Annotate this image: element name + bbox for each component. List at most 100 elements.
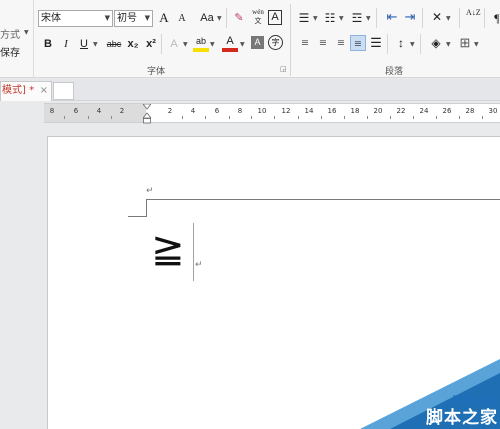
divider bbox=[484, 8, 485, 28]
divider bbox=[422, 8, 423, 28]
text-cursor bbox=[193, 223, 194, 281]
ruler-minor-tick bbox=[459, 116, 460, 119]
borders-icon[interactable]: ⊞ bbox=[457, 35, 473, 51]
font-color-button[interactable]: A bbox=[222, 35, 238, 52]
increase-indent-icon[interactable]: ⇥ bbox=[402, 9, 418, 25]
divider bbox=[420, 34, 421, 54]
subscript-button[interactable]: x₂ bbox=[125, 36, 141, 52]
chevron-down-icon[interactable]: ▼ bbox=[183, 41, 188, 49]
chevron-down-icon[interactable]: ▼ bbox=[366, 15, 371, 23]
chevron-down-icon[interactable]: ▼ bbox=[105, 11, 110, 26]
document-tab-bar: 模式] * × bbox=[0, 79, 500, 101]
ruler-tick-label: 30 bbox=[488, 107, 498, 115]
phonetic-guide-button[interactable]: wén 文 bbox=[250, 8, 266, 25]
decrease-indent-icon[interactable]: ⇤ bbox=[384, 9, 400, 25]
chevron-down-icon[interactable]: ▼ bbox=[93, 41, 98, 49]
chevron-down-icon[interactable]: ▼ bbox=[145, 11, 150, 26]
ruler-minor-tick bbox=[274, 116, 275, 119]
shading-icon[interactable]: ◈ bbox=[428, 35, 444, 51]
chinese-layout-icon[interactable]: ✕ bbox=[429, 9, 445, 25]
ruler-minor-tick bbox=[88, 116, 89, 119]
ruler-tick-label: 26 bbox=[442, 107, 452, 115]
text-effect-button[interactable]: A bbox=[166, 36, 182, 52]
chevron-down-icon[interactable]: ▼ bbox=[474, 41, 479, 49]
font-size-value: 初号 bbox=[117, 13, 137, 24]
font-size-combo[interactable]: 初号 ▼ bbox=[114, 10, 153, 27]
bullets-icon[interactable]: ☰ bbox=[296, 10, 312, 26]
horizontal-ruler[interactable]: 8 6 4 2 2 4 6 8 10 12 14 16 18 20 22 24 26 28 30 bbox=[44, 103, 500, 124]
superscript-button[interactable]: x² bbox=[143, 36, 159, 52]
ruler-minor-tick bbox=[111, 116, 112, 119]
strikethrough-button[interactable]: abc bbox=[103, 36, 125, 52]
justify-icon[interactable]: ≡ bbox=[350, 35, 366, 51]
document-tab[interactable]: 模式] * × bbox=[0, 81, 52, 101]
close-icon[interactable]: × bbox=[40, 82, 48, 100]
enclose-char-button[interactable]: 字 bbox=[268, 35, 283, 50]
ruler-minor-tick bbox=[64, 116, 65, 119]
multilevel-list-icon[interactable]: ☲ bbox=[349, 10, 365, 26]
divider bbox=[459, 8, 460, 28]
italic-button[interactable]: I bbox=[58, 36, 74, 52]
underline-button[interactable]: U bbox=[76, 36, 92, 52]
format-painter-label[interactable]: 方式 bbox=[0, 26, 20, 41]
clipboard-group-partial: 方式 ▼ 保存 bbox=[0, 0, 34, 78]
chevron-down-icon[interactable]: ▼ bbox=[313, 15, 318, 23]
ruler-minor-tick bbox=[229, 116, 230, 119]
paragraph-mark: ↵ bbox=[146, 186, 154, 196]
highlight-button[interactable]: ab bbox=[193, 35, 209, 52]
chevron-down-icon[interactable]: ▼ bbox=[410, 41, 415, 49]
chevron-down-icon[interactable]: ▼ bbox=[446, 15, 451, 23]
font-dialog-launcher-icon[interactable]: ◲ bbox=[280, 65, 287, 73]
font-group-label: 字体 bbox=[147, 67, 166, 77]
distributed-icon[interactable]: ☰ bbox=[368, 35, 384, 51]
bold-button[interactable]: B bbox=[40, 36, 56, 52]
ruler-tick-label: 16 bbox=[327, 107, 337, 115]
align-left-icon[interactable]: ≡ bbox=[297, 35, 313, 51]
ruler-tick-label: 10 bbox=[257, 107, 267, 115]
ruler-tick-label: 14 bbox=[304, 107, 314, 115]
indent-marker-icon[interactable] bbox=[143, 104, 151, 124]
chevron-down-icon[interactable]: ▼ bbox=[240, 41, 245, 49]
grow-font-button[interactable]: A bbox=[156, 10, 172, 26]
ribbon: 方式 ▼ 保存 宋体 ▼ 初号 ▼ A A Aa ▼ ✎ wén 文 A B I… bbox=[0, 0, 500, 78]
ruler-tick-label: 20 bbox=[373, 107, 383, 115]
ruler-minor-tick bbox=[344, 116, 345, 119]
align-right-icon[interactable]: ≡ bbox=[333, 35, 349, 51]
numbering-icon[interactable]: ☷ bbox=[322, 10, 338, 26]
char-shading-button[interactable]: A bbox=[251, 36, 264, 49]
document-symbol-text[interactable]: ≧ bbox=[151, 225, 185, 273]
chevron-down-icon[interactable]: ▼ bbox=[210, 41, 215, 49]
show-marks-icon[interactable]: ¶ bbox=[489, 10, 500, 26]
ruler-tick-label: 6 bbox=[73, 107, 79, 115]
divider bbox=[376, 8, 377, 28]
align-center-icon[interactable]: ≡ bbox=[315, 35, 331, 51]
font-name-combo[interactable]: 宋体 ▼ bbox=[38, 10, 113, 27]
document-tab-label: 模式] * bbox=[2, 85, 35, 96]
crop-mark-horizontal bbox=[146, 199, 500, 200]
ruler-minor-tick bbox=[413, 116, 414, 119]
chevron-down-icon[interactable]: ▼ bbox=[217, 15, 222, 23]
chevron-down-icon[interactable]: ▼ bbox=[446, 41, 451, 49]
shrink-font-button[interactable]: A bbox=[174, 11, 190, 27]
ruler-minor-tick bbox=[182, 116, 183, 119]
ruler-tick-label: 12 bbox=[281, 107, 291, 115]
ruler-minor-tick bbox=[298, 116, 299, 119]
divider bbox=[226, 8, 227, 28]
ruler-tick-label: 4 bbox=[190, 107, 196, 115]
char-border-button[interactable]: A bbox=[268, 10, 282, 25]
ruler-tick-label: 8 bbox=[237, 107, 243, 115]
paragraph-mark: ↵ bbox=[195, 260, 203, 270]
sort-button[interactable]: A↓Z bbox=[466, 9, 481, 25]
ruler-minor-tick bbox=[205, 116, 206, 119]
crop-mark-left bbox=[128, 216, 147, 217]
change-case-button[interactable]: Aa bbox=[197, 10, 217, 26]
ruler-minor-tick bbox=[321, 116, 322, 119]
line-spacing-icon[interactable]: ↕ bbox=[393, 35, 409, 51]
new-tab-button[interactable] bbox=[53, 82, 74, 100]
ruler-tick-label: 28 bbox=[465, 107, 475, 115]
chevron-down-icon[interactable]: ▼ bbox=[339, 15, 344, 23]
divider bbox=[387, 34, 388, 54]
ruler-minor-tick bbox=[436, 116, 437, 119]
save-label[interactable]: 保存 bbox=[0, 44, 20, 59]
clear-format-icon[interactable]: ✎ bbox=[231, 10, 247, 26]
